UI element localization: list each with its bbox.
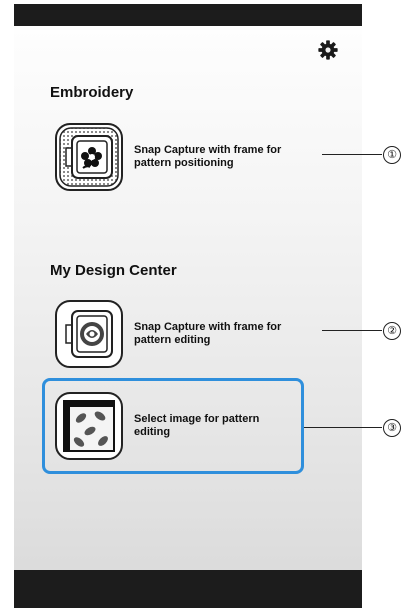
snap-capture-positioning-button[interactable]: Snap Capture with frame for pattern posi… xyxy=(50,117,308,197)
callout-line-2 xyxy=(322,330,382,331)
navigation-bar xyxy=(14,570,362,608)
embroidery-frame-flower-icon xyxy=(55,123,123,191)
status-bar xyxy=(14,4,362,26)
section-title-my-design-center: My Design Center xyxy=(50,262,177,279)
section-title-embroidery: Embroidery xyxy=(50,84,134,101)
select-image-button[interactable]: Select image for pattern editing xyxy=(50,386,308,466)
item-label: Snap Capture with frame for pattern posi… xyxy=(134,144,282,169)
snap-capture-editing-button[interactable]: Snap Capture with frame for pattern edit… xyxy=(50,294,308,374)
callout-number-2: ② xyxy=(383,322,401,340)
item-label: Snap Capture with frame for pattern edit… xyxy=(134,321,282,346)
gear-icon[interactable] xyxy=(317,39,339,61)
callout-line-3 xyxy=(304,427,382,428)
callout-number-1: ① xyxy=(383,146,401,164)
callout-line-1 xyxy=(322,154,382,155)
app-screen: Embroidery Snap Capture with frame for p… xyxy=(14,4,362,608)
item-label: Select image for pattern editing xyxy=(134,413,260,438)
callout-number-3: ③ xyxy=(383,419,401,437)
leaf-pattern-image-icon xyxy=(55,392,123,460)
embroidery-frame-rose-icon xyxy=(55,300,123,368)
